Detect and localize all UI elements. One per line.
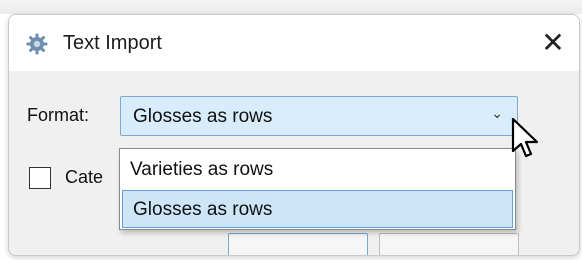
format-label: Format: — [27, 105, 90, 125]
chevron-down-icon: ⌄ — [491, 105, 503, 121]
gear-icon — [25, 32, 49, 56]
dropdown-option-glosses[interactable]: Glosses as rows — [122, 190, 513, 228]
cancel-button[interactable] — [379, 233, 519, 255]
format-selected-value: Glosses as rows — [133, 106, 273, 127]
background-strip — [0, 0, 582, 14]
close-icon: ✕ — [541, 27, 565, 58]
category-checkbox-label[interactable]: Cate — [65, 167, 125, 188]
dropdown-option-varieties[interactable]: Varieties as rows — [120, 151, 515, 189]
window-title: Text Import — [63, 32, 162, 54]
title-bar[interactable]: Text Import ✕ — [9, 15, 579, 71]
close-button[interactable]: ✕ — [527, 15, 579, 71]
ok-button[interactable] — [228, 233, 368, 255]
format-combobox[interactable]: Glosses as rows ⌄ — [120, 96, 518, 136]
format-dropdown-list: Varieties as rows Glosses as rows — [119, 148, 516, 230]
category-checkbox[interactable] — [29, 167, 51, 189]
mouse-pointer-icon — [510, 117, 544, 163]
